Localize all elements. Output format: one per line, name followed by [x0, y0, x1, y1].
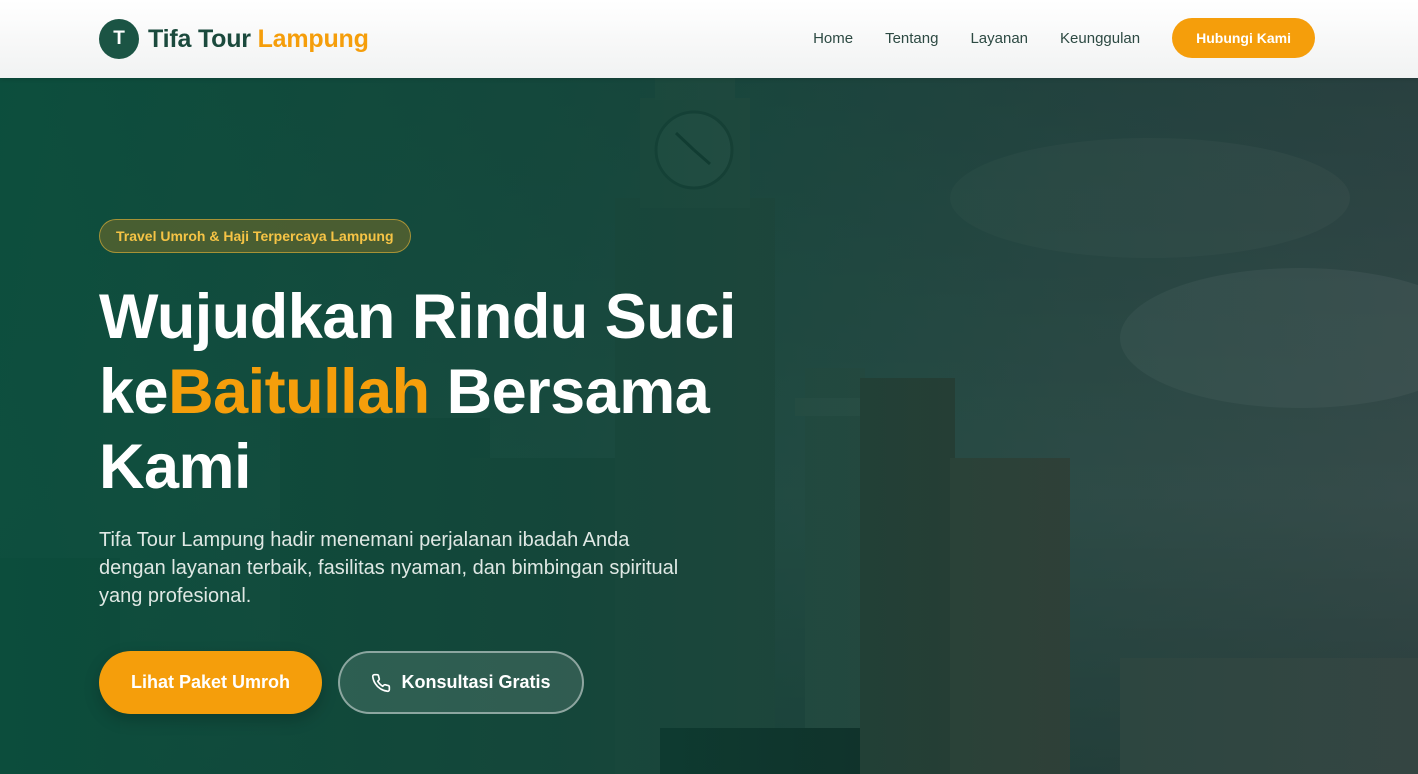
consultation-label: Konsultasi Gratis: [401, 672, 551, 692]
brand-name: Tifa Tour: [148, 24, 251, 53]
brand-accent: Lampung: [257, 24, 369, 53]
logo-text: Tifa Tour Lampung: [148, 25, 369, 54]
contact-button[interactable]: Hubungi Kami: [1172, 18, 1315, 58]
hero-section: Travel Umroh & Haji Terpercaya Lampung W…: [0, 78, 1418, 774]
phone-icon: [372, 673, 391, 692]
view-packages-button[interactable]: Lihat Paket Umroh: [99, 651, 322, 714]
headline-line1: Wujudkan Rindu Suci: [99, 282, 736, 352]
nav-layanan[interactable]: Layanan: [970, 30, 1028, 47]
hero-headline: Wujudkan Rindu Suci keBaitullah Bersama …: [99, 280, 799, 505]
nav-keunggulan[interactable]: Keunggulan: [1060, 30, 1140, 47]
free-consultation-button[interactable]: Konsultasi Gratis: [338, 651, 584, 714]
nav-tentang[interactable]: Tentang: [885, 30, 938, 47]
hero-description: Tifa Tour Lampung hadir menemani perjala…: [99, 529, 679, 607]
headline-highlight: Baitullah: [168, 357, 430, 427]
nav-home[interactable]: Home: [813, 30, 853, 47]
logo[interactable]: T Tifa Tour Lampung: [99, 18, 369, 60]
headline-pre: ke: [99, 357, 169, 427]
main-nav: Home Tentang Layanan Keunggulan Hubungi …: [813, 18, 1315, 58]
site-header: T Tifa Tour Lampung Home Tentang Layanan…: [0, 0, 1418, 78]
logo-mark: T: [99, 19, 139, 59]
hero-badge: Travel Umroh & Haji Terpercaya Lampung: [99, 219, 411, 253]
